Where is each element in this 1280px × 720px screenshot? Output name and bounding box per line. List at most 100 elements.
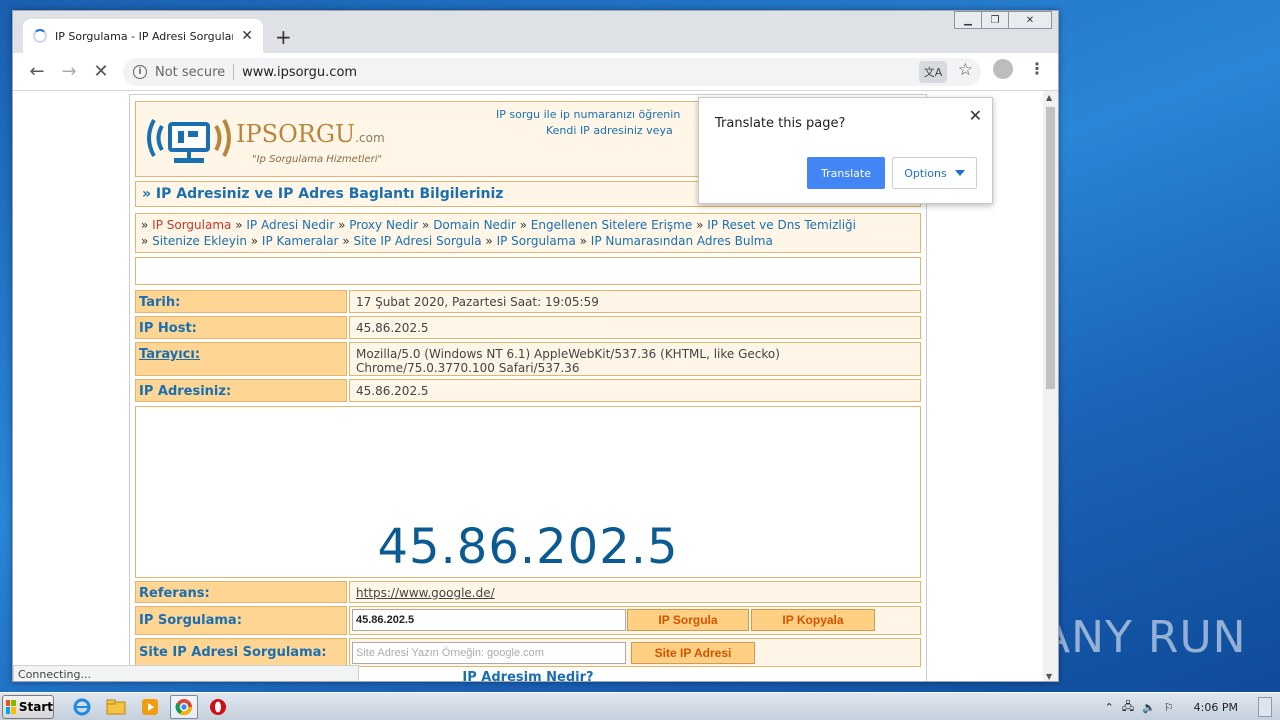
ad-placeholder xyxy=(135,257,921,285)
chevron-down-icon xyxy=(954,170,965,176)
nav-link[interactable]: Sitenize Ekleyin xyxy=(152,234,247,248)
nav-link[interactable]: Site IP Adresi Sorgula xyxy=(353,234,481,248)
user-agent-line-1: Mozilla/5.0 (Windows NT 6.1) AppleWebKit… xyxy=(356,347,780,361)
section-title: » IP Adresiniz ve IP Adres Baglantı Bilg… xyxy=(142,186,504,202)
big-ip-address: 45.86.202.5 xyxy=(377,519,679,575)
file-explorer-icon[interactable] xyxy=(102,695,130,719)
stop-button[interactable]: ✕ xyxy=(85,56,117,88)
referer-link[interactable]: https://www.google.de/ xyxy=(356,586,495,600)
ip-query-input[interactable]: 45.86.202.5 xyxy=(352,609,626,631)
nav-link[interactable]: IP Sorgulama xyxy=(497,234,576,248)
nav-link[interactable]: IP Sorgulama xyxy=(152,218,231,232)
browser-toolbar: ← → ✕ i Not secure www.ipsorgu.com 文A ☆ … xyxy=(13,53,1058,91)
system-tray: ⌃ 🖧 🔈 ⚐ 4:06 PM xyxy=(1105,693,1280,720)
security-label: Not secure xyxy=(155,64,226,80)
browser-label[interactable]: Tarayıcı: xyxy=(135,342,347,376)
site-query-label: Site IP Adresi Sorgulama: xyxy=(135,638,347,667)
site-ip-button[interactable]: Site IP Adresi xyxy=(631,642,755,664)
logo-tagline: "Ip Sorgulama Hizmetleri" xyxy=(252,154,383,165)
chrome-taskbar-icon[interactable] xyxy=(170,694,198,719)
tab-close-icon[interactable]: ✕ xyxy=(241,28,253,44)
tab-strip: IP Sorgulama - IP Adresi Sorgulama ✕ + ▁… xyxy=(13,11,1058,53)
big-ip-panel: 45.86.202.5 xyxy=(135,406,921,578)
opera-icon[interactable] xyxy=(204,695,232,719)
back-button[interactable]: ← xyxy=(21,56,53,88)
nav-link[interactable]: IP Kameralar xyxy=(262,234,339,248)
referer-label: Referans: xyxy=(135,581,347,603)
ip-value: 45.86.202.5 xyxy=(349,379,921,402)
info-icon[interactable]: i xyxy=(133,65,147,79)
date-row: Tarih: 17 Şubat 2020, Pazartesi Saat: 19… xyxy=(135,290,921,313)
date-label: Tarih: xyxy=(135,290,347,313)
window-controls: ▁ ❐ ✕ xyxy=(954,11,1052,29)
windows-logo-icon xyxy=(6,699,16,714)
url-text[interactable]: www.ipsorgu.com xyxy=(242,65,357,80)
logo-wordmark: IPSORGU.com xyxy=(236,120,385,148)
ip-label: IP Adresiniz: xyxy=(135,379,347,402)
ip-query-label: IP Sorgulama: xyxy=(135,606,347,635)
options-label: Options xyxy=(904,166,947,180)
nav-link[interactable]: IP Reset ve Dns Temizliği xyxy=(707,218,856,232)
network-icon[interactable]: 🖧 xyxy=(1122,698,1134,717)
address-bar[interactable]: i Not secure www.ipsorgu.com 文A ☆ xyxy=(123,58,981,86)
tray-expand-icon[interactable]: ⌃ xyxy=(1105,701,1114,714)
ip-row: IP Adresiniz: 45.86.202.5 xyxy=(135,379,921,402)
translate-popup: Translate this page? ✕ Translate Options xyxy=(698,97,993,204)
ip-query-row: IP Sorgulama: 45.86.202.5 IP Sorgula IP … xyxy=(135,606,921,635)
site-query-input[interactable]: Site Adresi Yazın Örneğin: google.com xyxy=(352,642,626,664)
user-agent-line-2: Chrome/75.0.3770.100 Safari/537.36 xyxy=(356,361,580,375)
watermark-text: ANY RUN xyxy=(1040,612,1247,663)
page-scrollbar[interactable]: ▲ ▼ xyxy=(1043,91,1058,681)
scroll-down-arrow-icon[interactable]: ▼ xyxy=(1046,672,1052,681)
nav-link[interactable]: IP Adresi Nedir xyxy=(246,218,334,232)
clock[interactable]: 4:06 PM xyxy=(1194,701,1238,714)
profile-avatar-icon[interactable] xyxy=(993,59,1013,79)
chrome-menu-icon[interactable]: ⋮ xyxy=(1029,59,1045,78)
forward-button[interactable]: → xyxy=(53,56,85,88)
nav-link[interactable]: Domain Nedir xyxy=(433,218,516,232)
host-value: 45.86.202.5 xyxy=(349,316,921,339)
show-desktop-button[interactable] xyxy=(1258,697,1272,717)
action-center-flag-icon[interactable]: ⚐ xyxy=(1164,701,1174,714)
bookmark-star-icon[interactable]: ☆ xyxy=(958,60,973,80)
translate-question: Translate this page? xyxy=(715,116,846,131)
minimize-button[interactable]: ▁ xyxy=(954,11,982,29)
nav-link[interactable]: Engellenen Sitelere Erişme xyxy=(531,218,692,232)
loading-spinner-icon xyxy=(33,29,47,43)
maximize-button[interactable]: ❐ xyxy=(981,11,1009,29)
omnibox-divider xyxy=(233,64,235,80)
ie-icon[interactable] xyxy=(68,695,96,719)
translate-button[interactable]: Translate xyxy=(807,157,885,189)
start-label: Start xyxy=(18,699,53,714)
scroll-up-arrow-icon[interactable]: ▲ xyxy=(1046,93,1052,102)
host-row: IP Host: 45.86.202.5 xyxy=(135,316,921,339)
nav-link[interactable]: Proxy Nedir xyxy=(349,218,418,232)
taskbar: Start ⌃ 🖧 🔈 ⚐ 4:06 PM xyxy=(0,692,1280,720)
translate-close-icon[interactable]: ✕ xyxy=(969,106,982,125)
host-label: IP Host: xyxy=(135,316,347,339)
logo-main-text: IPSORGU xyxy=(236,120,356,148)
volume-icon[interactable]: 🔈 xyxy=(1142,701,1156,714)
nav-link[interactable]: IP Numarasından Adres Bulma xyxy=(591,234,773,248)
browser-value: Mozilla/5.0 (Windows NT 6.1) AppleWebKit… xyxy=(349,342,921,376)
logo-suffix: .com xyxy=(355,131,385,145)
active-tab[interactable]: IP Sorgulama - IP Adresi Sorgulama ✕ xyxy=(23,19,263,53)
browser-row: Tarayıcı: Mozilla/5.0 (Windows NT 6.1) A… xyxy=(135,342,921,376)
translate-icon[interactable]: 文A xyxy=(919,61,947,83)
new-tab-button[interactable]: + xyxy=(275,25,292,49)
status-bubble: Connecting... xyxy=(13,665,359,681)
date-value: 17 Şubat 2020, Pazartesi Saat: 19:05:59 xyxy=(349,290,921,313)
media-player-icon[interactable] xyxy=(136,695,164,719)
nav-links: » IP Sorgulama » IP Adresi Nedir » Proxy… xyxy=(135,213,921,253)
ip-query-button[interactable]: IP Sorgula xyxy=(627,609,749,631)
window-close-button[interactable]: ✕ xyxy=(1008,11,1052,29)
logo-icon xyxy=(147,119,231,163)
scrollbar-thumb[interactable] xyxy=(1046,107,1055,389)
start-button[interactable]: Start xyxy=(2,694,54,719)
ip-copy-button[interactable]: IP Kopyala xyxy=(751,609,875,631)
tab-title: IP Sorgulama - IP Adresi Sorgulama xyxy=(55,29,234,43)
anyrun-watermark: ANY RUN xyxy=(1040,612,1247,663)
site-query-row: Site IP Adresi Sorgulama: Site Adresi Ya… xyxy=(135,638,921,667)
translate-options-button[interactable]: Options xyxy=(892,157,977,189)
referer-value: https://www.google.de/ xyxy=(349,581,921,603)
